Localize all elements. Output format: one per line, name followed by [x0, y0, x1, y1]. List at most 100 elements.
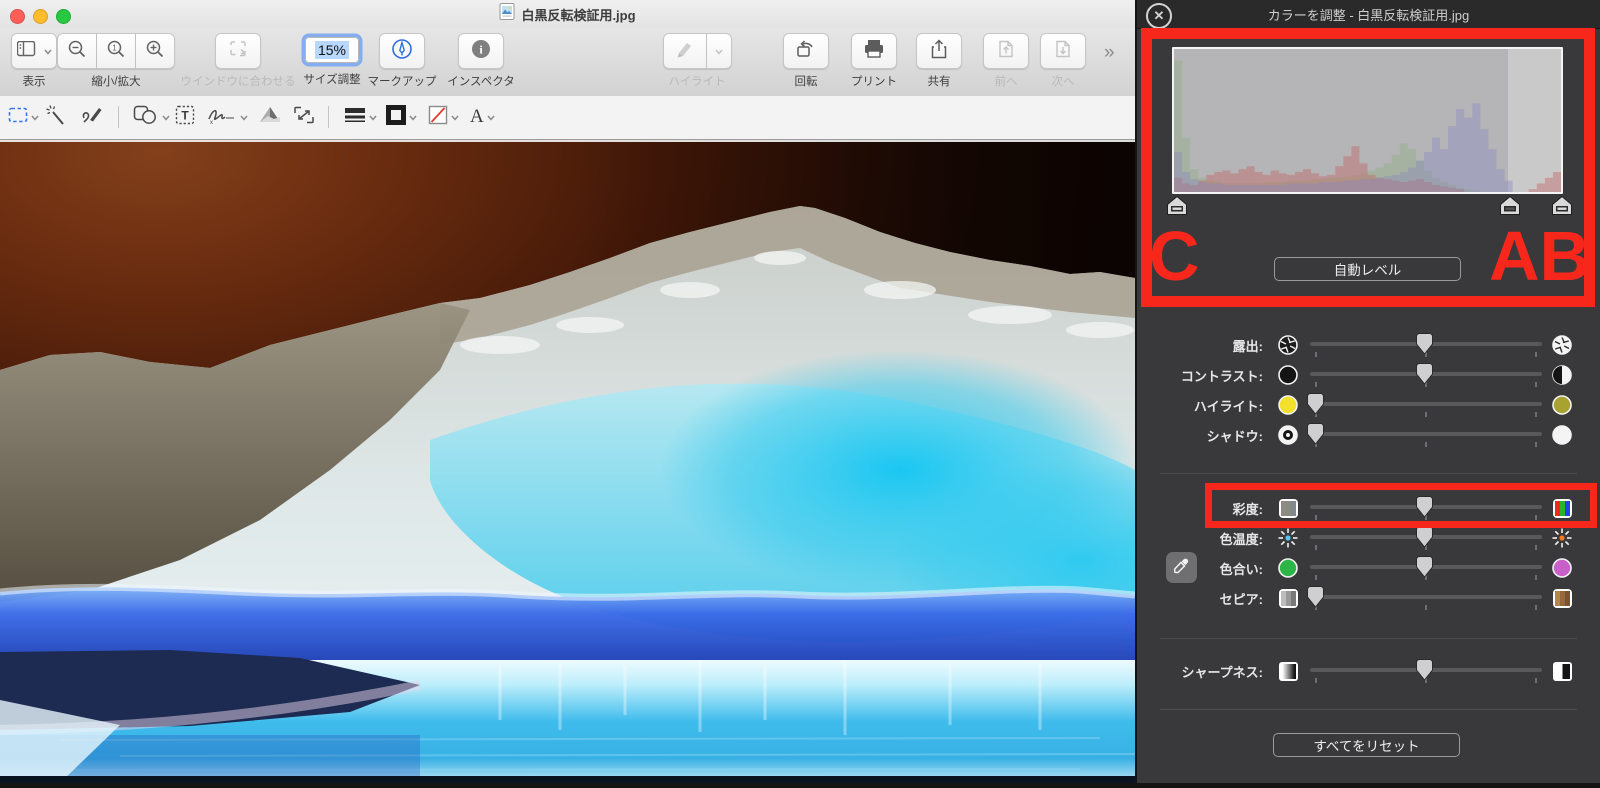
slider-row-tint: 色合い:	[1137, 552, 1600, 582]
print-button[interactable]	[851, 33, 897, 69]
chevron-down-icon	[240, 108, 248, 126]
svg-text:1: 1	[112, 43, 117, 52]
slider-thumb[interactable]	[1307, 586, 1324, 608]
panel-title: カラーを調整 - 白黒反転検証用.jpg	[1268, 5, 1470, 24]
view-button[interactable]	[11, 33, 57, 69]
tick	[1425, 412, 1427, 417]
zoom-in-button[interactable]	[136, 33, 175, 69]
tick	[1315, 382, 1317, 387]
tick	[1535, 382, 1537, 387]
toolbar-item-size-adjust: 15% サイズ調整	[302, 33, 362, 87]
toolbar-item-view: 表示	[8, 33, 60, 89]
slider-label: 露出:	[1137, 336, 1263, 355]
text-style-button[interactable]: A	[470, 104, 495, 130]
exposure-slider[interactable]	[1310, 342, 1542, 346]
svg-text:x: x	[210, 120, 213, 125]
photo-canvas[interactable]	[0, 140, 1135, 783]
adjust-color-button[interactable]	[258, 104, 282, 130]
highlight-label: ハイライト	[668, 73, 725, 89]
fill-color-button[interactable]	[428, 104, 459, 130]
next-label: 次へ	[1052, 73, 1075, 89]
svg-text:T: T	[181, 108, 189, 122]
inspector-button[interactable]: i	[458, 33, 504, 69]
close-window-button[interactable]	[10, 9, 25, 24]
traffic-lights	[10, 9, 71, 24]
fit-window-button[interactable]	[215, 33, 261, 69]
text-tool-button[interactable]: T	[175, 104, 195, 130]
page-up-icon	[997, 39, 1015, 64]
selection-tool-button[interactable]	[8, 104, 39, 130]
inspector-label: インスペクタ	[447, 73, 515, 89]
tick	[1315, 575, 1317, 580]
tick	[1425, 605, 1427, 610]
fill-color-icon	[428, 105, 448, 130]
slider-thumb[interactable]	[1416, 363, 1433, 385]
sharpness-slider[interactable]	[1310, 668, 1542, 672]
line-weight-button[interactable]	[344, 104, 377, 130]
window-titlebar: 白黒反転検証用.jpg	[0, 0, 1135, 28]
slider-label: 色合い:	[1137, 559, 1263, 578]
previous-button[interactable]	[983, 33, 1029, 69]
rotate-button[interactable]	[783, 33, 829, 69]
highlights-slider[interactable]	[1310, 402, 1542, 406]
temperature-slider[interactable]	[1310, 535, 1542, 539]
sharpness-hard-icon	[1551, 660, 1573, 682]
markup-button[interactable]	[379, 33, 425, 69]
actual-size-button[interactable]: 1	[97, 33, 136, 69]
sketch-tool-button[interactable]	[80, 104, 104, 130]
contrast-low-icon	[1277, 364, 1299, 386]
chevron-down-icon	[31, 108, 39, 126]
temperature-warm-icon	[1551, 527, 1573, 549]
slider-label: 色温度:	[1137, 529, 1263, 548]
slider-thumb[interactable]	[1416, 333, 1433, 355]
slider-label: ハイライト:	[1137, 396, 1263, 415]
chevron-down-icon	[487, 108, 495, 126]
contrast-high-icon	[1551, 364, 1573, 386]
shapes-tool-button[interactable]	[133, 104, 170, 130]
chevron-down-icon	[409, 108, 417, 126]
shadow-ring-icon	[1277, 424, 1299, 446]
slider-thumb[interactable]	[1307, 393, 1324, 415]
zoom-percent-field[interactable]: 15%	[305, 37, 359, 63]
magic-wand-icon	[45, 104, 67, 131]
printer-icon	[863, 39, 885, 64]
zoom-out-button[interactable]	[57, 33, 97, 69]
sepia-brown-icon	[1551, 587, 1573, 609]
highlight-menu-button[interactable]	[707, 33, 732, 69]
instant-alpha-button[interactable]	[45, 104, 67, 130]
slider-thumb[interactable]	[1416, 556, 1433, 578]
selection-rect-icon	[8, 107, 28, 128]
shadow-white-icon	[1551, 424, 1573, 446]
contrast-slider[interactable]	[1310, 372, 1542, 376]
panel-close-button[interactable]: ✕	[1146, 3, 1172, 29]
document-proxy-icon[interactable]	[499, 3, 515, 25]
highlight-button[interactable]	[663, 33, 707, 69]
sepia-gray-icon	[1277, 587, 1299, 609]
prism-icon	[258, 105, 282, 130]
shadows-slider[interactable]	[1310, 432, 1542, 436]
slider-thumb[interactable]	[1416, 659, 1433, 681]
signature-tool-button[interactable]: x	[207, 104, 248, 130]
sharpness-soft-icon	[1277, 660, 1299, 682]
share-button[interactable]	[916, 33, 962, 69]
slider-thumb[interactable]	[1416, 526, 1433, 548]
rotate-left-icon	[795, 39, 817, 64]
annotation-letter-ab: AB	[1489, 221, 1590, 291]
toolbar-item-inspector: i インスペクタ	[446, 33, 516, 89]
next-button[interactable]	[1040, 33, 1086, 69]
markup-pen-icon	[391, 38, 413, 65]
toolbar-item-next: 次へ	[1035, 33, 1091, 89]
tint-slider[interactable]	[1310, 565, 1542, 569]
toolbar-item-share: 共有	[910, 33, 968, 89]
slider-thumb[interactable]	[1307, 423, 1324, 445]
slider-row-sharpness: シャープネス:	[1137, 655, 1600, 685]
border-color-button[interactable]	[386, 104, 417, 130]
sepia-slider[interactable]	[1310, 595, 1542, 599]
reset-all-button[interactable]: すべてをリセット	[1273, 733, 1460, 757]
chevron-down-icon	[369, 108, 377, 126]
zoom-window-button[interactable]	[56, 9, 71, 24]
minimize-window-button[interactable]	[33, 9, 48, 24]
tint-magenta-icon	[1551, 557, 1573, 579]
toolbar-overflow-button[interactable]: »	[1104, 42, 1113, 64]
adjust-size-button[interactable]	[293, 104, 315, 130]
